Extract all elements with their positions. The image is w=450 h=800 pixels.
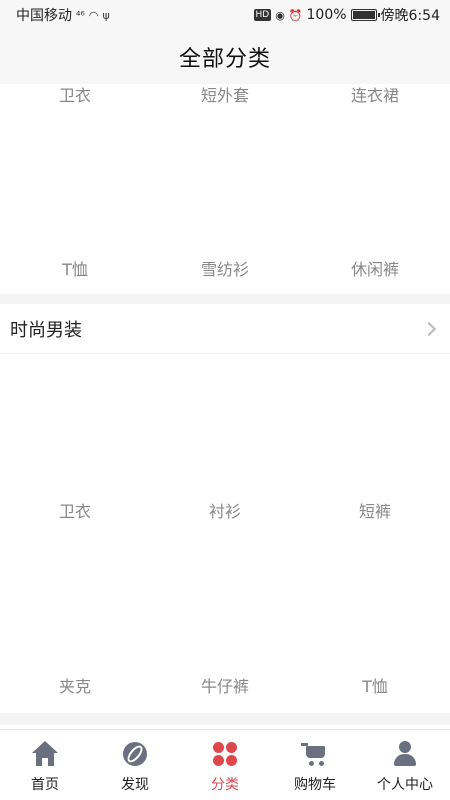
section-header-men[interactable]: 时尚男装 xyxy=(0,304,450,354)
section-divider xyxy=(0,294,450,304)
men-shorts-label[interactable]: 短裤 xyxy=(300,500,450,524)
category-casual-pants-label[interactable]: 休闲裤 xyxy=(300,258,450,282)
eye-icon: ◉ xyxy=(275,8,285,22)
tab-home[interactable]: 首页 xyxy=(0,730,90,800)
category-short-jacket-label[interactable]: 短外套 xyxy=(150,84,300,108)
page-title: 全部分类 xyxy=(178,47,271,72)
tab-label: 个人中心 xyxy=(377,777,433,793)
status-bar: 中国移动 ⁴⁶ ◠ ψ HD ◉ ⏰ 100% 傍晚6:54 xyxy=(0,0,450,30)
category-grid-row: 夹克 牛仔裤 T恤 xyxy=(0,529,450,704)
user-icon xyxy=(391,740,419,768)
category-icon xyxy=(211,740,239,768)
men-jeans-label[interactable]: 牛仔裤 xyxy=(150,675,300,699)
men-shirt-label[interactable]: 衬衫 xyxy=(150,500,300,524)
cart-icon xyxy=(301,740,329,768)
status-left: 中国移动 ⁴⁶ ◠ ψ xyxy=(16,5,110,25)
category-chiffon-label[interactable]: 雪纺衫 xyxy=(150,258,300,282)
discover-icon xyxy=(121,740,149,768)
tab-profile[interactable]: 个人中心 xyxy=(360,730,450,800)
tab-label: 购物车 xyxy=(294,777,336,793)
tab-discover[interactable]: 发现 xyxy=(90,730,180,800)
alarm-icon: ⏰ xyxy=(288,8,303,22)
category-grid-partial: 卫衣 短外套 连衣裙 T恤 雪纺衫 休闲裤 xyxy=(0,84,450,294)
men-jacket-label[interactable]: 夹克 xyxy=(0,675,150,699)
category-dress-label[interactable]: 连衣裙 xyxy=(300,84,450,108)
tab-cart[interactable]: 购物车 xyxy=(270,730,360,800)
wifi-icon: ◠ xyxy=(88,8,99,22)
status-right: HD ◉ ⏰ 100% 傍晚6:54 xyxy=(253,5,440,25)
category-content[interactable]: 卫衣 短外套 连衣裙 T恤 雪纺衫 休闲裤 时尚男装 卫衣 衬衫 短裤 夹克 牛… xyxy=(0,84,450,729)
bottom-tab-bar: 首页 发现 分类 购物车 个人中心 xyxy=(0,729,450,800)
category-hoodie-label[interactable]: 卫衣 xyxy=(0,84,150,108)
men-hoodie-label[interactable]: 卫衣 xyxy=(0,500,150,524)
clock: 傍晚6:54 xyxy=(380,8,440,24)
app-header: 全部分类 xyxy=(0,30,450,84)
chevron-right-icon[interactable] xyxy=(421,321,437,336)
home-icon xyxy=(31,740,59,768)
section-title: 时尚男装 xyxy=(10,319,82,341)
section-divider xyxy=(0,713,450,725)
tab-label: 发现 xyxy=(121,777,149,793)
hd-icon: HD xyxy=(253,9,272,21)
battery-icon xyxy=(350,9,380,21)
usb-icon: ψ xyxy=(102,8,110,22)
tab-label: 分类 xyxy=(211,777,239,793)
signal-icon: ⁴⁶ xyxy=(76,8,85,22)
carrier-name: 中国移动 xyxy=(16,8,72,24)
category-grid-row: 卫衣 衬衫 短裤 xyxy=(0,354,450,529)
tab-label: 首页 xyxy=(31,777,59,793)
battery-percent: 100% xyxy=(306,7,347,23)
category-tshirt-label[interactable]: T恤 xyxy=(0,258,150,282)
tab-category[interactable]: 分类 xyxy=(180,730,270,800)
men-tshirt-label[interactable]: T恤 xyxy=(300,675,450,699)
